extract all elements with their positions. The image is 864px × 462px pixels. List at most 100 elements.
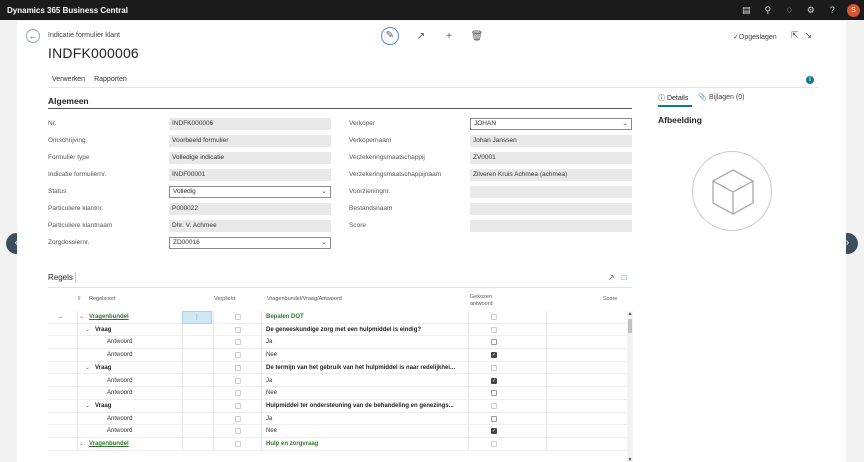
table-row[interactable]: ⌄ Vraag Hulpmiddel ter ondersteuning van d… (48, 400, 627, 413)
info-icon[interactable]: i (806, 76, 814, 84)
field-dropdown[interactable]: Volledig ⌄ (169, 186, 331, 198)
tab-attachments[interactable]: 📎 Bijlagen (0) (698, 93, 744, 103)
column-header-score[interactable]: Score (603, 296, 617, 302)
column-header-vraag[interactable]: Vragenbundel/Vraag/Antwoord (267, 296, 342, 302)
menu-item-rapporten[interactable]: Rapporten (94, 76, 127, 83)
verplicht-checkbox[interactable] (235, 441, 241, 447)
share-icon[interactable]: ↗ (608, 273, 615, 282)
verplicht-checkbox[interactable] (235, 352, 241, 359)
scroll-down-icon[interactable]: ▼ (627, 457, 633, 462)
gekozen-antwoord-checkbox[interactable]: ✓ (491, 428, 497, 435)
gekozen-antwoord-checkbox[interactable] (491, 390, 497, 397)
field-value: Zilveren Kruis Achmea (achmea) (473, 171, 568, 178)
verplicht-checkbox[interactable] (235, 314, 241, 320)
expand-collapse-icon[interactable]: ⌄ (85, 362, 90, 375)
open-new-window-icon[interactable]: ⇱ (791, 30, 799, 41)
regelsoort-cell[interactable]: Vragenbundel (89, 438, 129, 451)
document-icon[interactable]: ▤ (736, 5, 758, 16)
gekozen-antwoord-checkbox[interactable] (491, 326, 497, 333)
field-input[interactable]: Dhr. V. Achmee (169, 220, 331, 232)
field-input[interactable]: Zilveren Kruis Achmea (achmea) (470, 169, 632, 181)
verplicht-checkbox[interactable] (235, 402, 241, 409)
gekozen-antwoord-checkbox[interactable] (491, 339, 497, 346)
field-value: Volledige indicatie (172, 154, 225, 161)
verplicht-checkbox[interactable] (235, 377, 241, 384)
field-label: Formulier type (48, 154, 90, 161)
new-button[interactable]: + (435, 31, 463, 42)
expand-collapse-icon[interactable]: ⌄ (79, 311, 84, 324)
table-row[interactable]: Antwoord Ja ✓ (48, 375, 627, 388)
verplicht-checkbox[interactable] (235, 415, 241, 422)
pencil-icon: ✎ (385, 30, 395, 41)
gekozen-antwoord-checkbox[interactable] (491, 402, 497, 409)
gekozen-antwoord-checkbox[interactable] (491, 415, 497, 422)
image-placeholder[interactable] (692, 151, 772, 231)
table-row[interactable]: ⌄ Vraag De termijn van het gebruik van het… (48, 362, 627, 375)
table-row[interactable]: Antwoord Ja (48, 336, 627, 350)
lines-scrollbar[interactable]: ▲ ▼ (627, 311, 633, 462)
field-input[interactable]: ZV0001 (470, 152, 632, 164)
gekozen-antwoord-checkbox[interactable] (491, 441, 497, 447)
table-row[interactable]: ⌄ Vragenbundel Hulp en zorgvraag (48, 438, 627, 451)
search-icon[interactable]: ⚲ (757, 5, 779, 16)
page-actions: ✎ ↗ + 🗑 (381, 27, 491, 45)
field-input[interactable]: INDFK000006 (169, 118, 331, 130)
field-value: P000022 (172, 205, 199, 212)
field-input[interactable]: P000022 (169, 203, 331, 215)
expand-collapse-icon[interactable]: ⌄ (85, 400, 90, 413)
table-row[interactable]: → ⋮ ⌄ Vragenbundel Bepalen DOT (48, 311, 627, 324)
field-input[interactable]: INDF00001 (169, 169, 331, 181)
table-row[interactable]: Antwoord Ja (48, 413, 627, 426)
chevron-down-icon: ⌄ (321, 239, 327, 246)
tab-attachments-label: Bijlagen (0) (709, 94, 745, 101)
share-button[interactable]: ↗ (407, 31, 435, 42)
regelsoort-cell[interactable]: Vragenbundel (89, 311, 129, 324)
table-row[interactable]: ⌄ Vraag De geneeskundige zorg met een hulp… (48, 324, 627, 337)
column-header-regelsoort[interactable]: Regelsoort (89, 296, 116, 302)
expand-icon[interactable]: □ (622, 273, 627, 282)
collapse-icon[interactable]: ↘ (805, 30, 813, 41)
expand-collapse-icon[interactable]: ⌄ (85, 324, 90, 337)
field-label: Score (349, 222, 366, 229)
verplicht-checkbox[interactable] (235, 364, 241, 371)
gekozen-antwoord-checkbox[interactable]: ✓ (491, 377, 497, 384)
verplicht-checkbox[interactable] (235, 390, 241, 397)
delete-button[interactable]: 🗑 (463, 31, 491, 42)
field-label: Verzekeringsmaatschappij (349, 154, 425, 161)
help-icon[interactable]: ? (822, 5, 844, 15)
scroll-up-icon[interactable]: ▲ (627, 311, 633, 317)
avatar[interactable]: S (847, 3, 860, 17)
scrollbar-thumb[interactable] (628, 319, 632, 333)
verplicht-checkbox[interactable] (235, 339, 241, 346)
field-input[interactable]: Volledige indicatie (169, 152, 331, 164)
bell-icon[interactable]: ♢ (779, 5, 801, 16)
table-row[interactable]: Antwoord Nee ✓ (48, 349, 627, 362)
vraag-cell: Ja (266, 339, 273, 346)
field-input[interactable] (470, 186, 632, 198)
field-input[interactable]: Voorbeeld formulier (169, 135, 331, 147)
gekozen-antwoord-checkbox[interactable] (491, 314, 497, 320)
field-dropdown[interactable]: ZD00016 ⌄ (169, 237, 331, 249)
card-page: ← Indicatie formulier klant INDFK000006 … (17, 21, 846, 462)
expand-collapse-icon[interactable]: ⌄ (79, 438, 84, 451)
sort-arrow-icon[interactable]: ⇧ (77, 296, 82, 302)
gear-icon[interactable]: ⚙ (800, 5, 822, 16)
field-input[interactable] (470, 220, 632, 232)
column-header-gekozen[interactable]: Gekozen antwoord (470, 294, 510, 308)
field-dropdown[interactable]: JOHAN ⌄ (470, 118, 632, 130)
gekozen-antwoord-checkbox[interactable]: ✓ (491, 352, 497, 359)
table-row[interactable]: Antwoord Nee ✓ (48, 425, 627, 438)
active-tab-indicator (658, 105, 692, 107)
verplicht-checkbox[interactable] (235, 428, 241, 435)
field-input[interactable]: Johan Janssen (470, 135, 632, 147)
gekozen-antwoord-checkbox[interactable] (491, 364, 497, 371)
tab-details[interactable]: ⓘ Details (658, 93, 688, 103)
table-row[interactable]: Antwoord Nee (48, 387, 627, 400)
column-header-verplicht[interactable]: Verplicht (214, 296, 235, 302)
menu-item-verwerken[interactable]: Verwerken (52, 76, 85, 83)
back-button[interactable]: ← (26, 29, 40, 43)
field-input[interactable] (470, 203, 632, 215)
verplicht-checkbox[interactable] (235, 326, 241, 333)
row-actions-button[interactable]: ⋮ (182, 311, 212, 324)
edit-button[interactable]: ✎ (381, 27, 399, 45)
